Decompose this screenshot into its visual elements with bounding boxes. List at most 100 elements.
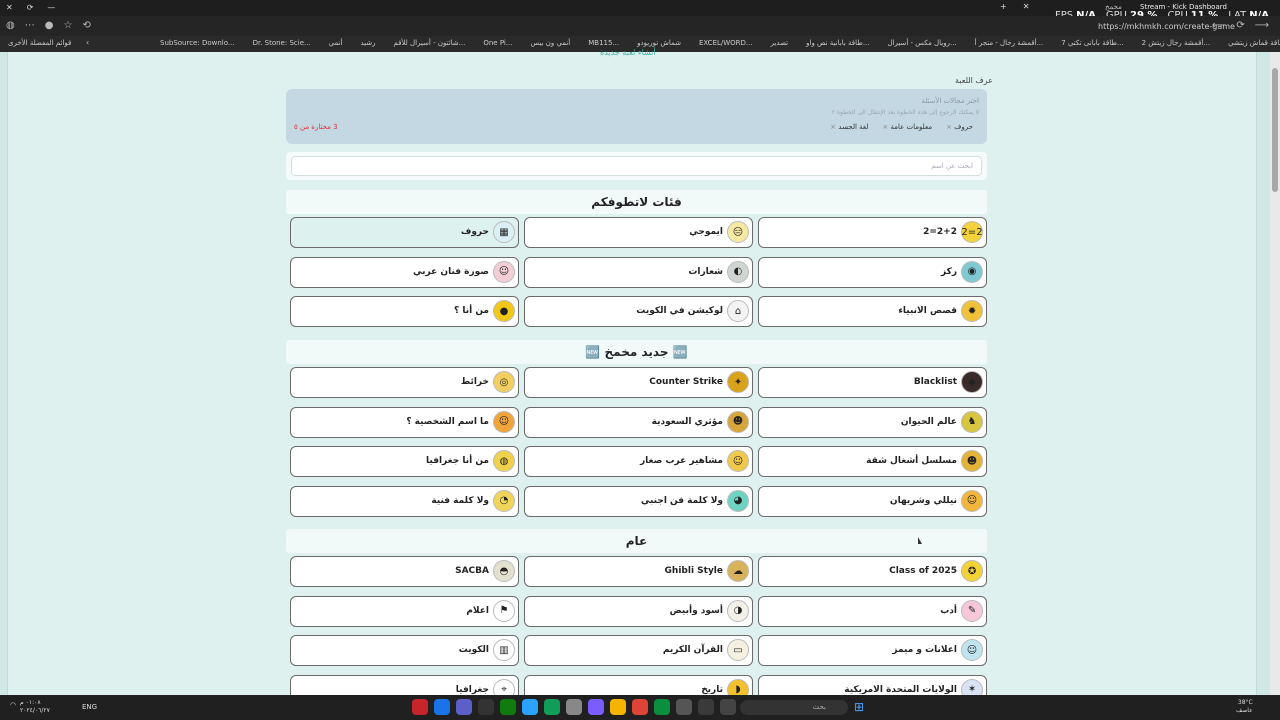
category-card[interactable]: ◓ SACBA bbox=[290, 556, 519, 587]
bookmark-item[interactable]: MB115... bbox=[588, 39, 619, 47]
category-card[interactable]: ◐ شعارات bbox=[524, 256, 753, 288]
category-card[interactable]: ⚑ اعلام bbox=[290, 595, 519, 627]
selected-chip[interactable]: حروف bbox=[946, 123, 973, 131]
folder-icon[interactable] bbox=[610, 699, 626, 715]
app-icon[interactable] bbox=[588, 699, 604, 715]
app-icon[interactable] bbox=[720, 699, 736, 715]
bookmark-item[interactable]: أنمي ون بيس bbox=[531, 39, 571, 47]
category-card[interactable]: ✪ Class of 2025 bbox=[758, 556, 987, 587]
app-icon[interactable] bbox=[456, 699, 472, 715]
bookmark-item[interactable]: تصدير bbox=[771, 39, 789, 47]
app-icon[interactable] bbox=[654, 699, 670, 715]
category-card[interactable]: ✹ قصص الانبياء bbox=[758, 296, 987, 328]
category-card[interactable]: ● من أنا ؟ bbox=[290, 296, 519, 328]
selected-chip[interactable]: معلومات عامة bbox=[882, 123, 933, 131]
close-tab-icon[interactable]: ✕ bbox=[1023, 2, 1030, 11]
bookmark-item[interactable]: رويال مكس - أسيرال... bbox=[888, 39, 957, 47]
taskbar-search[interactable]: بحث bbox=[740, 700, 848, 715]
category-card[interactable]: ✎ أدب bbox=[758, 595, 987, 627]
category-card[interactable]: ◔ ولا كلمة فنية bbox=[290, 485, 519, 517]
category-card[interactable]: ☺ مشاهير عرب صغار bbox=[524, 446, 753, 478]
apps-icon[interactable]: ⋯ bbox=[25, 20, 35, 31]
category-card[interactable]: ◑ أسود وأبيض bbox=[524, 595, 753, 627]
bookmark-item[interactable]: أقمشة رجال - متجر أ... bbox=[975, 39, 1044, 47]
category-card[interactable]: ▭ القرآن الكريم bbox=[524, 635, 753, 667]
weather-widget[interactable]: 38°C عاصف bbox=[1236, 699, 1253, 715]
bookmark-item[interactable]: أنمي bbox=[329, 39, 343, 47]
bookmark-item[interactable]: EXCEL/WORD... bbox=[699, 39, 753, 47]
category-card[interactable]: ☺ نيللي وشريهان bbox=[758, 485, 987, 517]
new-tab-icon[interactable]: + bbox=[1000, 2, 1007, 11]
app-icon[interactable] bbox=[478, 699, 494, 715]
bookmark-item[interactable]: شماش توريودو bbox=[637, 39, 681, 47]
app-icon[interactable] bbox=[412, 699, 428, 715]
blacklist-icon: ◆ bbox=[961, 371, 983, 393]
xbox-icon[interactable] bbox=[500, 699, 516, 715]
search-input[interactable] bbox=[291, 156, 982, 176]
category-card[interactable]: ☁ Ghibli Style bbox=[524, 556, 753, 587]
category-label: مسلسل أشغال شقة bbox=[866, 456, 957, 467]
history-icon[interactable]: ⟲ bbox=[82, 20, 90, 31]
bookmark-item[interactable]: طاقة بابانية نص واو... bbox=[806, 39, 869, 47]
avatar[interactable]: ● bbox=[45, 20, 54, 31]
create-game-link[interactable]: أنشاء لعبة جديدة bbox=[600, 48, 656, 57]
category-card[interactable]: ☺ صورة فنان عربي bbox=[290, 256, 519, 288]
bookmark-item[interactable]: Dr. Stone: Scie... bbox=[253, 39, 311, 47]
start-icon[interactable]: ⊞ bbox=[854, 700, 864, 714]
category-card[interactable]: ⌂ لوكيشن في الكويت bbox=[524, 296, 753, 328]
category-card[interactable]: ☻ مسلسل أشغال شقة bbox=[758, 446, 987, 478]
chevron-left-icon[interactable]: ‹ bbox=[86, 38, 89, 47]
category-card[interactable]: ◆ Blacklist bbox=[758, 367, 987, 398]
app-icon[interactable] bbox=[544, 699, 560, 715]
category-card[interactable]: ▦ حروف bbox=[290, 217, 519, 248]
category-card[interactable]: ▥ الكويت bbox=[290, 635, 519, 667]
forward-icon[interactable]: ⟶ bbox=[1255, 20, 1269, 31]
browser-app-icon[interactable] bbox=[434, 699, 450, 715]
category-card[interactable]: ◉ ركز bbox=[758, 256, 987, 288]
bookmark-item[interactable]: شائتون - أسيرال للأقم... bbox=[394, 39, 466, 47]
bookmark-item[interactable]: أقمشة رجال زيتش 2... bbox=[1142, 39, 1210, 47]
category-label: الكويت bbox=[458, 645, 489, 656]
category-card[interactable]: ✦ Counter Strike bbox=[524, 367, 753, 398]
art-word-icon: ◔ bbox=[493, 489, 515, 512]
taskbar: ◠ ٠١:٠٨ م ٢٠٢٤/٠٦/٢٧ ENG بحث ⊞ 38°C عاصف bbox=[0, 695, 1280, 720]
saudi-influencers-icon: ☻ bbox=[727, 410, 749, 433]
category-card[interactable]: ☺ اعلانات و ميمز bbox=[758, 635, 987, 667]
clock[interactable]: ٠١:٠٨ م ٢٠٢٤/٠٦/٢٧ bbox=[20, 699, 50, 715]
category-card[interactable]: ☺ ما اسم الشخصية ؟ bbox=[290, 406, 519, 438]
bookmark-item[interactable]: طاقة بابانى تكتى 7... bbox=[1061, 39, 1123, 47]
close-window-icon[interactable]: ✕ bbox=[6, 3, 13, 12]
category-card[interactable]: 2=2 2+2=2 bbox=[758, 217, 987, 248]
category-card[interactable]: 😑 ايموجي bbox=[524, 217, 753, 248]
minimize-icon[interactable]: — bbox=[47, 3, 55, 12]
category-card[interactable]: ♞ عالم الحيوان bbox=[758, 406, 987, 438]
extension-icon[interactable]: ☆ bbox=[63, 20, 72, 31]
app-icon[interactable] bbox=[566, 699, 582, 715]
category-card[interactable]: ◍ من أنا جغرافيا bbox=[290, 446, 519, 478]
page-scrollbar[interactable] bbox=[1270, 52, 1280, 695]
category-card[interactable]: ◎ خرائط bbox=[290, 367, 519, 398]
selected-chip[interactable]: لغة الجسد bbox=[830, 123, 868, 131]
category-card[interactable]: ☻ مؤثري السعودية bbox=[524, 406, 753, 438]
app-icon[interactable] bbox=[522, 699, 538, 715]
bookmark-item[interactable]: طاقة قماش زيتشي bbox=[1228, 39, 1280, 47]
bookmark-item[interactable]: SubSource: Downlo... bbox=[160, 39, 235, 47]
flags-icon: ⚑ bbox=[493, 599, 515, 622]
category-card[interactable]: ◕ ولا كلمة فن اجنبي bbox=[524, 485, 753, 517]
back-icon[interactable]: ⟵ bbox=[1212, 20, 1226, 31]
language-indicator[interactable]: ENG bbox=[82, 703, 97, 711]
reload-icon[interactable]: ⟳ bbox=[27, 3, 34, 12]
scrollbar-thumb[interactable] bbox=[1272, 68, 1278, 192]
chrome-icon[interactable] bbox=[632, 699, 648, 715]
app-icon[interactable] bbox=[676, 699, 692, 715]
wifi-icon[interactable]: ◠ bbox=[10, 701, 16, 709]
bookmark-item[interactable]: رشيد bbox=[360, 39, 375, 47]
category-label: شعارات bbox=[688, 266, 723, 277]
category-label: اعلام bbox=[466, 605, 489, 616]
kuwait-location-icon: ⌂ bbox=[727, 300, 749, 323]
bookmark-item[interactable]: One Pi... bbox=[483, 39, 512, 47]
ads-memes-icon: ☺ bbox=[961, 639, 983, 662]
app-icon[interactable] bbox=[698, 699, 714, 715]
refresh-icon[interactable]: ⟳ bbox=[1236, 20, 1244, 31]
bookmarks-folder[interactable]: قوائم المفضلة الأخرى bbox=[8, 39, 71, 47]
